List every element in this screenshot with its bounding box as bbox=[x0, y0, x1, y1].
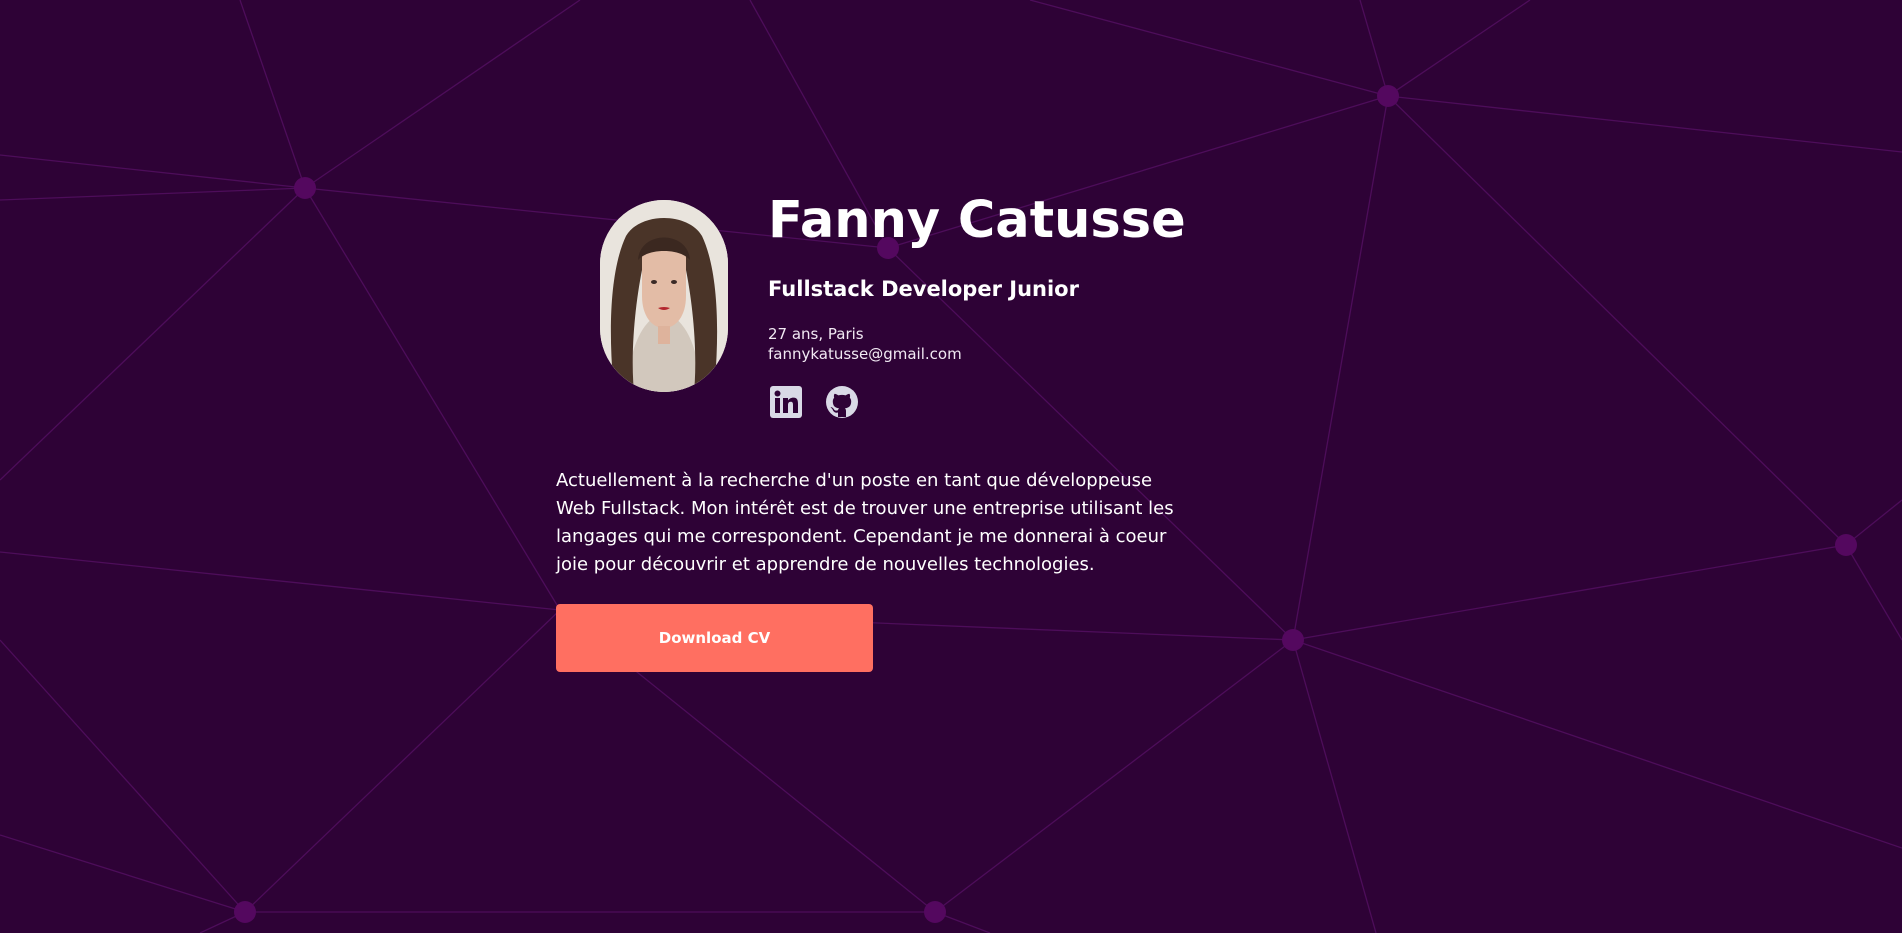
social-links bbox=[768, 384, 860, 420]
profile-details: 27 ans, Paris fannykatusse@gmail.com bbox=[768, 324, 962, 364]
github-icon bbox=[826, 386, 858, 418]
intro-section: Fanny Catusse Fullstack Developer Junior… bbox=[0, 0, 1902, 933]
linkedin-icon bbox=[770, 386, 802, 418]
profile-name: Fanny Catusse bbox=[768, 191, 1186, 250]
bio-paragraph: Actuellement à la recherche d'un poste e… bbox=[556, 470, 1174, 575]
profile-role: Fullstack Developer Junior bbox=[768, 277, 1079, 301]
download-cv-button[interactable]: Download CV bbox=[556, 604, 873, 672]
age-city: 27 ans, Paris bbox=[768, 325, 864, 343]
email-address: fannykatusse@gmail.com bbox=[768, 345, 962, 363]
github-link[interactable] bbox=[824, 384, 860, 420]
portfolio-hero: Fanny Catusse Fullstack Developer Junior… bbox=[0, 0, 1902, 933]
linkedin-link[interactable] bbox=[768, 384, 804, 420]
profile-photo bbox=[600, 200, 728, 392]
avatar bbox=[600, 200, 728, 392]
